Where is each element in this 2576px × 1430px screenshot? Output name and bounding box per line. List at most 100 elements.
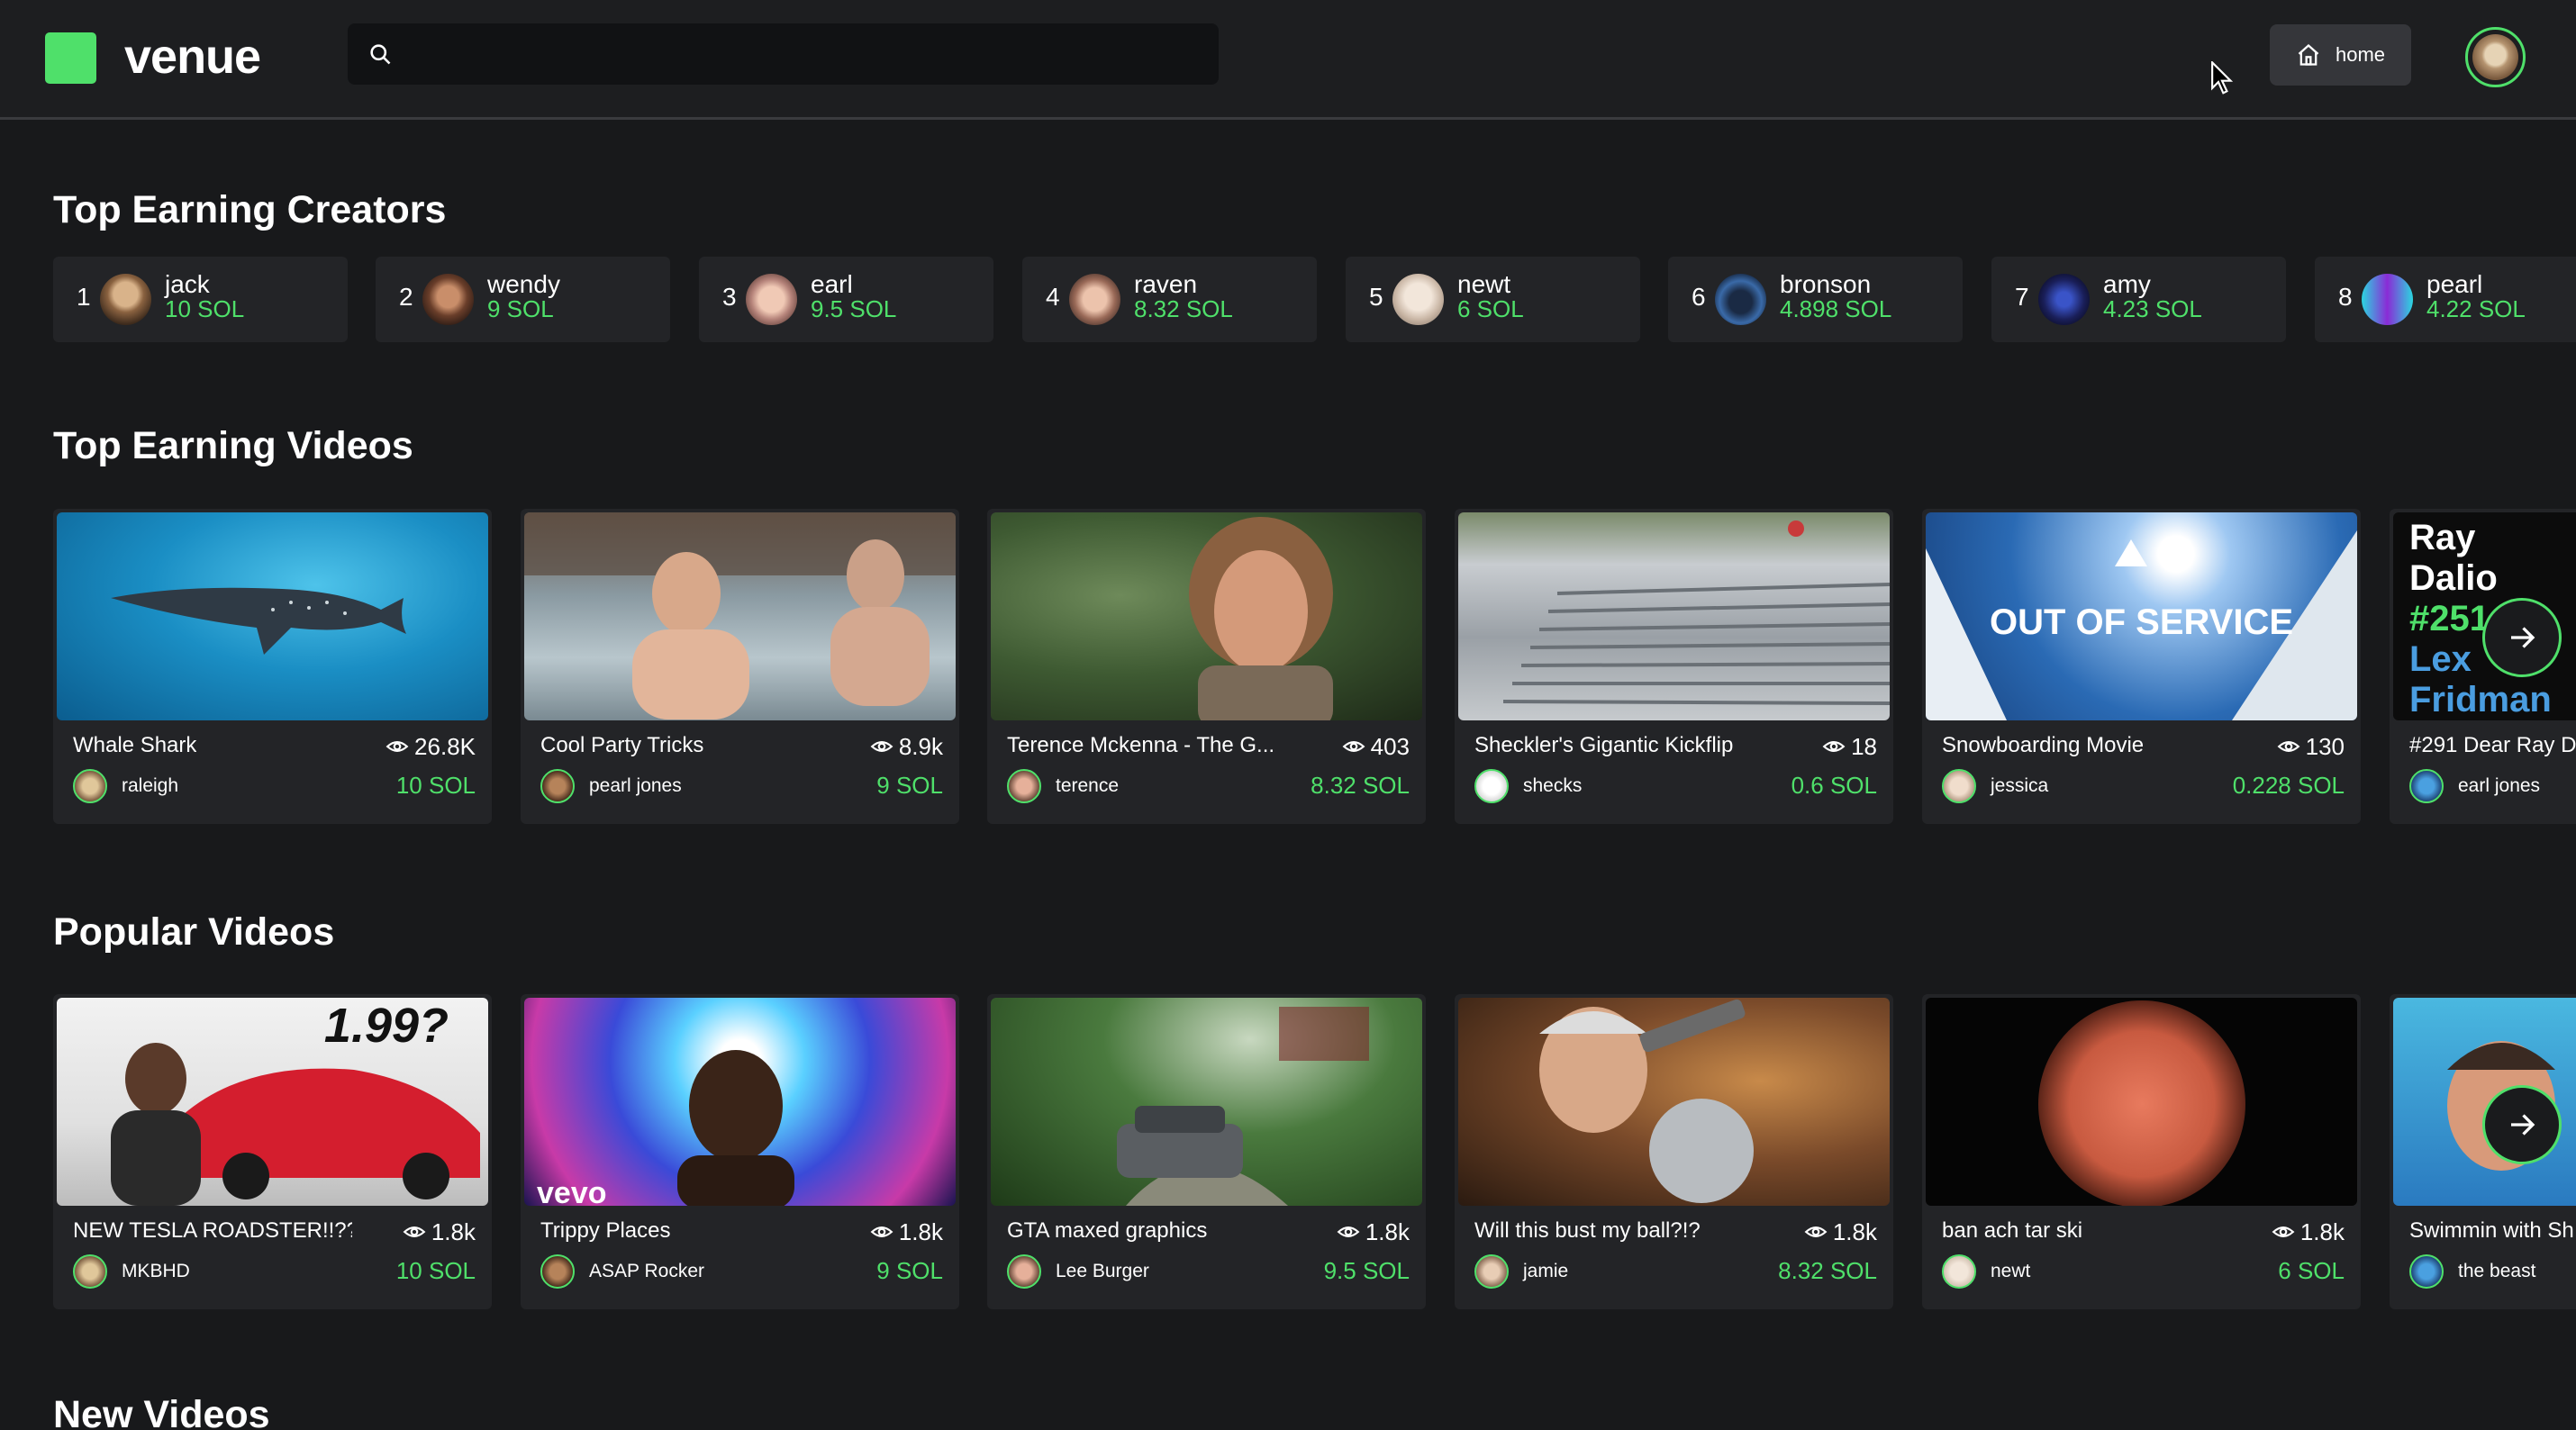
video-thumbnail[interactable] — [991, 998, 1422, 1206]
view-count-value: 18 — [1851, 733, 1877, 760]
video-earnings: 10 SOL — [395, 1257, 476, 1284]
view-count: 26.8K — [385, 733, 476, 760]
uploader-avatar[interactable] — [73, 1254, 107, 1289]
view-count: 1.8k — [1337, 1218, 1410, 1245]
thumbnail-overlay-text: OUT OF SERVICE — [1989, 602, 2294, 642]
video-thumbnail[interactable] — [524, 512, 956, 720]
video-thumbnail[interactable] — [1458, 998, 1890, 1206]
user-avatar[interactable] — [2465, 27, 2526, 87]
uploader-name[interactable]: newt — [1991, 1259, 2030, 1284]
video-card[interactable]: Will this bust my ball?!? 1.8k jamie 8.3… — [1455, 994, 1893, 1309]
video-title[interactable]: Cool Party Tricks — [540, 732, 703, 759]
video-thumbnail[interactable]: OUT OF SERVICE — [1926, 512, 2357, 720]
creator-card[interactable]: 6 bronson 4.898 SOL — [1668, 257, 1963, 342]
video-earnings: 9.5 SOL — [1323, 1257, 1410, 1284]
search-bar[interactable] — [348, 23, 1219, 85]
uploader-name[interactable]: ASAP Rocker — [589, 1259, 704, 1284]
video-thumbnail[interactable] — [57, 512, 488, 720]
video-card[interactable]: Sheckler's Gigantic Kickflip 18 shecks 0… — [1455, 509, 1893, 824]
eye-icon — [870, 1226, 893, 1237]
video-card[interactable]: ban ach tar ski 1.8k newt 6 SOL — [1922, 994, 2361, 1309]
video-thumbnail[interactable]: 1.99? — [57, 998, 488, 1206]
uploader-avatar[interactable] — [1942, 769, 1976, 803]
arrow-right-icon — [2511, 1114, 2535, 1136]
uploader-name[interactable]: MKBHD — [122, 1259, 190, 1284]
video-thumbnail[interactable] — [991, 512, 1422, 720]
video-title[interactable]: Will this bust my ball?!? — [1474, 1217, 1701, 1244]
uploader-name[interactable]: jamie — [1523, 1259, 1568, 1284]
logo-mark[interactable] — [45, 32, 96, 84]
creator-card[interactable]: 1 jack 10 SOL — [53, 257, 348, 342]
view-count-value: 1.8k — [1365, 1218, 1410, 1245]
video-title[interactable]: Sheckler's Gigantic Kickflip — [1474, 732, 1733, 759]
logo-text[interactable]: venue — [124, 25, 261, 88]
uploader-name[interactable]: terence — [1056, 774, 1119, 799]
eye-icon — [385, 741, 409, 752]
uploader-avatar[interactable] — [1942, 1254, 1976, 1289]
uploader-avatar[interactable] — [1007, 1254, 1041, 1289]
uploader-name[interactable]: pearl jones — [589, 774, 682, 799]
video-title[interactable]: Swimmin with Sh — [2409, 1217, 2574, 1244]
view-count: 18 — [1822, 733, 1877, 760]
video-card[interactable]: 1.99? NEW TESLA ROADSTER!!?? 1.8k MKBHD … — [53, 994, 492, 1309]
video-earnings: 0.6 SOL — [1791, 772, 1877, 799]
video-card[interactable]: vevo Trippy Places 1.8k ASAP Rocker 9 SO… — [521, 994, 959, 1309]
video-title[interactable]: Trippy Places — [540, 1217, 671, 1244]
creator-earnings: 6 SOL — [1457, 295, 1524, 322]
video-card[interactable]: Whale Shark 26.8K raleigh 10 SOL — [53, 509, 492, 824]
video-thumbnail[interactable] — [1926, 998, 2357, 1206]
video-card[interactable]: Terence Mckenna - The G... 403 terence 8… — [987, 509, 1426, 824]
arrow-right-icon — [2511, 627, 2535, 648]
home-icon — [2298, 43, 2319, 66]
uploader-name[interactable]: jessica — [1991, 774, 2048, 799]
creator-card[interactable]: 7 amy 4.23 SOL — [1991, 257, 2286, 342]
creator-earnings: 4.22 SOL — [2426, 295, 2526, 322]
uploader-avatar[interactable] — [2409, 1254, 2444, 1289]
video-title[interactable]: NEW TESLA ROADSTER!!?? — [73, 1217, 352, 1244]
video-card[interactable]: OUT OF SERVICE Snowboarding Movie 130 je… — [1922, 509, 2361, 824]
creator-card[interactable]: 3 earl 9.5 SOL — [699, 257, 993, 342]
scroll-right-button[interactable] — [2482, 1085, 2562, 1164]
creator-earnings: 9.5 SOL — [811, 295, 897, 322]
search-icon — [370, 44, 391, 65]
video-title[interactable]: GTA maxed graphics — [1007, 1217, 1207, 1244]
creator-avatar — [100, 274, 151, 325]
creator-card[interactable]: 4 raven 8.32 SOL — [1022, 257, 1317, 342]
creator-name: pearl — [2426, 270, 2483, 298]
eye-icon — [1822, 741, 1846, 752]
creator-rank: 3 — [722, 283, 737, 311]
creator-name: wendy — [487, 270, 560, 298]
video-title[interactable]: ban ach tar ski — [1942, 1217, 2082, 1244]
video-card[interactable]: GTA maxed graphics 1.8k Lee Burger 9.5 S… — [987, 994, 1426, 1309]
video-thumbnail[interactable]: vevo — [524, 998, 956, 1206]
creator-card[interactable]: 5 newt 6 SOL — [1346, 257, 1640, 342]
video-thumbnail[interactable] — [1458, 512, 1890, 720]
video-title[interactable]: #291 Dear Ray Da — [2409, 732, 2576, 759]
uploader-name[interactable]: raleigh — [122, 774, 178, 799]
uploader-avatar[interactable] — [1474, 1254, 1509, 1289]
scroll-right-button[interactable] — [2482, 598, 2562, 677]
video-title[interactable]: Whale Shark — [73, 732, 196, 759]
uploader-avatar[interactable] — [540, 1254, 575, 1289]
uploader-avatar[interactable] — [2409, 769, 2444, 803]
creator-card[interactable]: 8 pearl 4.22 SOL — [2315, 257, 2576, 342]
video-title[interactable]: Terence Mckenna - The G... — [1007, 732, 1274, 759]
uploader-name[interactable]: Lee Burger — [1056, 1259, 1149, 1284]
creator-name: raven — [1134, 270, 1198, 298]
video-title[interactable]: Snowboarding Movie — [1942, 732, 2144, 759]
uploader-name[interactable]: shecks — [1523, 774, 1582, 799]
search-input[interactable] — [411, 23, 1204, 85]
uploader-name[interactable]: earl jones — [2458, 774, 2540, 799]
home-button[interactable]: home — [2270, 24, 2411, 86]
creator-card[interactable]: 2 wendy 9 SOL — [376, 257, 670, 342]
uploader-avatar[interactable] — [1474, 769, 1509, 803]
video-card[interactable]: Cool Party Tricks 8.9k pearl jones 9 SOL — [521, 509, 959, 824]
uploader-avatar[interactable] — [73, 769, 107, 803]
uploader-name[interactable]: the beast — [2458, 1259, 2535, 1284]
uploader-avatar[interactable] — [1007, 769, 1041, 803]
view-count-value: 8.9k — [898, 733, 943, 760]
uploader-avatar[interactable] — [540, 769, 575, 803]
eye-icon — [1804, 1226, 1828, 1237]
creator-name: jack — [165, 270, 210, 298]
view-count: 1.8k — [403, 1218, 476, 1245]
